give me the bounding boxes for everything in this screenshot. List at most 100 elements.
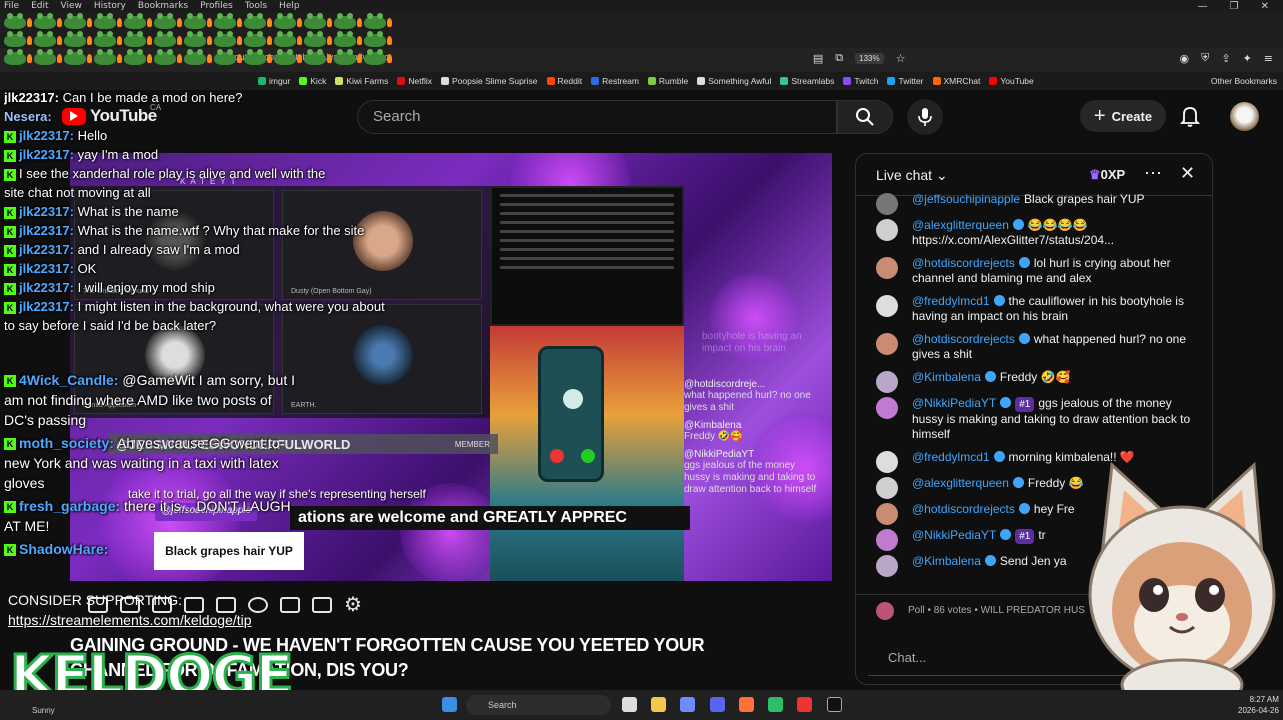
bookmark-twitter[interactable]: Twitter [887,76,924,86]
chat-author-avatar[interactable] [876,451,898,473]
chat-author-name[interactable]: @hotdiscordrejects [912,256,1015,270]
frog-emote [184,49,206,65]
chat-author-name[interactable]: @Kimbalena [912,554,981,568]
chat-author-name[interactable]: @NikkiPediaYT [912,528,996,542]
fire-emote [87,18,92,27]
account-avatar[interactable] [1230,102,1259,131]
bookmark-netflix[interactable]: Netflix [397,76,432,86]
camera-icon[interactable] [312,596,332,613]
live-chat-mode-dropdown[interactable]: Live chat ⌄ [876,167,948,184]
minimize-icon[interactable]: — [1198,1,1208,12]
xp-counter[interactable]: ♛0XP [1089,167,1125,183]
app-icon[interactable] [768,697,783,712]
chat-author-name[interactable]: @alexglitterqueen [912,476,1009,490]
chat-author-avatar[interactable] [876,397,898,419]
live-chat-message[interactable]: @jeffsouchipinapple Black grapes hair YUP [856,188,1212,215]
stream-chat-line: K 4Wick_Candle: @GameWit I am sorry, but … [4,370,304,430]
close-icon[interactable]: ✕ [1180,163,1195,184]
bookmark-something-awful[interactable]: Something Awful [697,76,771,86]
bookmark-twitch[interactable]: Twitch [843,76,878,86]
bookmark-poopsie[interactable]: Poopsie Slime Suprise [440,76,538,86]
chat-author-avatar[interactable] [876,371,898,393]
chat-author-name[interactable]: @jeffsouchipinapple [912,192,1020,206]
fire-emote [117,36,122,45]
search-button[interactable] [837,100,893,134]
live-chat-message[interactable]: @hotdiscordrejects lol hurl is crying abo… [856,252,1212,290]
youtube-app-icon[interactable] [797,697,812,712]
zoom-level[interactable]: 133% [855,52,884,64]
bookmark-kick[interactable]: Kick [299,76,326,86]
bookmark-imgur[interactable]: imgur [258,76,290,86]
live-chat-message[interactable]: @hotdiscordrejects what happened hurl? no… [856,328,1212,366]
copilot-icon[interactable] [680,697,695,712]
chat-author-avatar[interactable] [876,193,898,215]
notifications-button[interactable] [1179,104,1201,133]
screenshot-icon[interactable]: ⧉ [835,51,843,65]
firefox-icon[interactable] [739,697,754,712]
chat-author-avatar[interactable] [876,503,898,525]
discord-icon[interactable] [710,697,725,712]
extension-icon[interactable]: ◉ [1179,52,1189,65]
bookmark-rumble[interactable]: Rumble [647,76,688,86]
frog-emote [274,49,296,65]
system-clock[interactable]: 8:27 AM 2026-04-26 [1238,694,1279,716]
bookmark-streamlabs[interactable]: Streamlabs [780,76,834,86]
chat-author-name[interactable]: @NikkiPediaYT [912,396,996,410]
bookmark-youtube[interactable]: YouTube [989,76,1034,86]
chat-author-name[interactable]: @hotdiscordrejects [912,332,1015,346]
add-clip-icon[interactable] [280,596,300,613]
live-chat-message[interactable]: @Kimbalena Freddy 🤣🥰 [856,366,1212,393]
menu-icon[interactable]: ≡ [1264,52,1273,65]
puzzle-icon[interactable]: ✦ [1243,52,1252,65]
chat-author-name[interactable]: @freddylmcd1 [912,294,990,308]
chat-author-name[interactable]: @alexglitterqueen [912,218,1009,232]
weather-widget[interactable]: Sunny [32,706,55,715]
file-explorer-icon[interactable] [651,697,666,712]
chat-author-avatar[interactable] [876,477,898,499]
fire-emote [267,54,272,63]
bookmark-restream[interactable]: Restream [591,76,639,86]
shield-icon[interactable]: ⛨ [1201,51,1209,65]
close-window-icon[interactable]: ✕ [1261,1,1269,12]
chat-author-name[interactable]: @Kimbalena [912,370,981,384]
settings-gear-icon[interactable]: ⚙ [344,592,362,617]
chat-author-name[interactable]: @freddylmcd1 [912,450,990,464]
bookmark-star-icon[interactable]: ☆ [896,52,906,65]
share-icon[interactable]: ⇪ [1221,52,1230,65]
chat-author-name[interactable]: @hotdiscordrejects [912,502,1015,516]
plus-icon: + [1093,104,1106,127]
reader-icon[interactable]: ▤ [813,52,823,65]
other-bookmarks[interactable]: Other Bookmarks [1211,76,1277,86]
kick-icon: K [4,501,16,514]
chat-line [500,230,674,233]
live-chat-message[interactable]: @freddylmcd1 the cauliflower in his booty… [856,290,1212,328]
crown-icon: ♛ [1089,167,1101,182]
bookmark-reddit[interactable]: Reddit [546,76,582,86]
cat-mascot-avatar [1088,461,1276,695]
frog-emote [4,13,26,29]
app-r-icon[interactable] [827,697,842,712]
task-view-icon[interactable] [622,697,637,712]
tip-link[interactable]: https://streamelements.com/keldoge/tip [8,610,252,630]
search-input[interactable]: Search [357,100,837,134]
chat-author-avatar[interactable] [876,219,898,241]
chat-author-avatar[interactable] [876,295,898,317]
more-options-icon[interactable]: ⋯ [1144,163,1162,184]
create-button[interactable]: + Create [1080,100,1166,132]
chat-author-avatar[interactable] [876,529,898,551]
frog-emote [64,49,86,65]
voice-search-button[interactable] [907,99,943,135]
chat-message-text: Send Jen ya [999,554,1067,568]
verified-badge-icon [1012,477,1024,488]
bookmark-xmrchat[interactable]: XMRChat [932,76,980,86]
kick-icon: K [4,168,16,181]
live-chat-message[interactable]: @alexglitterqueen 😂😂😂😂 https://x.com/Alex… [856,214,1212,252]
live-chat-message[interactable]: @NikkiPediaYT #1 ggs jealous of the money … [856,392,1212,446]
chat-author-avatar[interactable] [876,257,898,279]
bookmark-kiwi-farms[interactable]: Kiwi Farms [335,76,388,86]
windows-start-icon[interactable] [442,697,457,712]
taskbar-search[interactable]: Search [466,695,611,715]
chat-author-avatar[interactable] [876,555,898,577]
restore-icon[interactable]: ❐ [1230,1,1239,12]
chat-author-avatar[interactable] [876,333,898,355]
